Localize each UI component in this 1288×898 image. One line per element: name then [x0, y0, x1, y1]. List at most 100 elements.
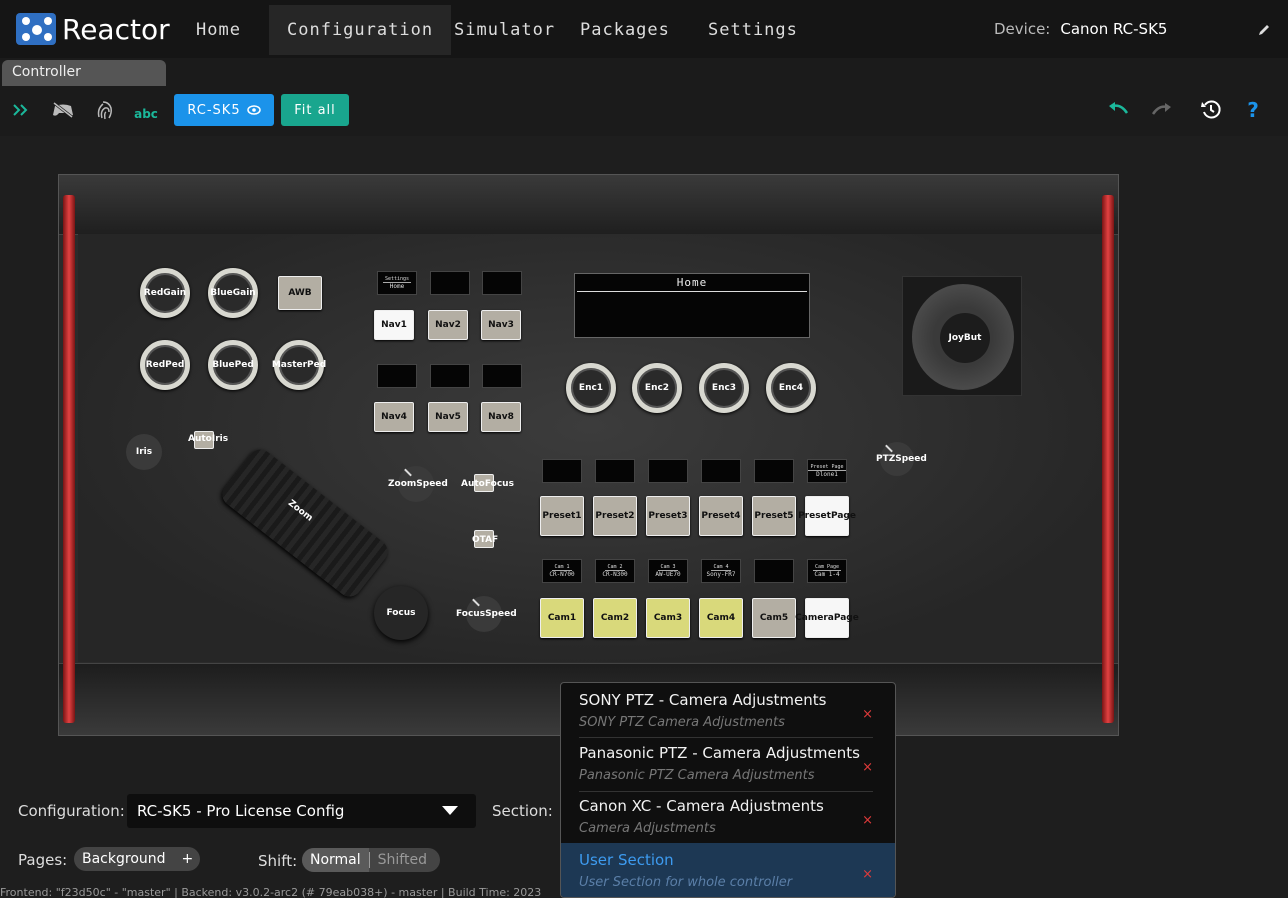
nav-home[interactable]: Home: [178, 5, 259, 55]
page-background[interactable]: Background: [74, 847, 174, 871]
cam4-button[interactable]: Cam4: [699, 598, 743, 638]
shift-shifted-option[interactable]: Shifted: [370, 848, 435, 872]
focus-dial[interactable]: Focus: [374, 586, 428, 640]
otaf-label: OTAF: [472, 535, 499, 545]
help-icon[interactable]: ?: [1240, 98, 1266, 122]
pages-selector: Background +: [74, 847, 200, 871]
app-name: Reactor: [62, 12, 170, 46]
nav-packages[interactable]: Packages: [562, 5, 688, 55]
shift-normal-option[interactable]: Normal: [302, 848, 369, 872]
main-lcd: Home: [574, 273, 810, 338]
section-option-title: Panasonic PTZ - Camera Adjustments: [579, 744, 860, 762]
presetpage-button[interactable]: PresetPage: [798, 496, 856, 536]
bluegain-knob[interactable]: BlueGain: [208, 268, 258, 318]
nav8-button[interactable]: Nav8: [481, 402, 521, 432]
autofocus-label: AutoFocus: [461, 479, 514, 489]
preset1-button[interactable]: Preset1: [540, 496, 584, 536]
reactor-logo[interactable]: Reactor: [16, 12, 170, 46]
gamepad-disabled-icon[interactable]: [50, 98, 76, 122]
shift-toggle: Normal Shifted: [302, 848, 440, 872]
preset3-button[interactable]: Preset3: [646, 496, 690, 536]
enc2-knob[interactable]: Enc2: [632, 363, 682, 413]
section-label: Section:: [492, 802, 553, 820]
left-red-rail: [63, 195, 75, 723]
focusspeed-label: FocusSpeed: [456, 609, 517, 619]
nav2-button[interactable]: Nav2: [428, 310, 468, 340]
fingerprint-icon[interactable]: [92, 98, 118, 122]
caret-down-icon: [442, 806, 458, 815]
cam1-button[interactable]: Cam1: [540, 598, 584, 638]
section-option-subtitle: User Section for whole controller: [579, 875, 793, 890]
model-preview-button[interactable]: RC-SK5: [174, 94, 274, 126]
nav-simulator[interactable]: Simulator: [436, 5, 573, 55]
preset-display-blank: [701, 459, 741, 483]
build-info-footer: Frontend: "f23d50c" - "master" | Backend…: [0, 888, 542, 898]
ptzspeed-label: PTZSpeed: [876, 454, 927, 464]
expand-chevrons-icon[interactable]: [8, 98, 34, 122]
awb-button[interactable]: AWB: [278, 276, 322, 310]
nav3-button[interactable]: Nav3: [481, 310, 521, 340]
device-name: Canon RC-SK5: [1060, 20, 1168, 38]
remove-x-icon[interactable]: ×: [862, 813, 873, 828]
cam-page-display: Cam Page Cam 1-4: [807, 559, 847, 583]
nav-display-blank: [430, 364, 470, 388]
cam2-display: Cam 2 CR-N300: [595, 559, 635, 583]
section-option-title: SONY PTZ - Camera Adjustments: [579, 691, 827, 709]
redgain-knob[interactable]: RedGain: [140, 268, 190, 318]
preset4-button[interactable]: Preset4: [699, 496, 743, 536]
preset2-button[interactable]: Preset2: [593, 496, 637, 536]
remove-x-icon[interactable]: ×: [862, 867, 873, 882]
enc3-knob[interactable]: Enc3: [699, 363, 749, 413]
nav-configuration[interactable]: Configuration: [269, 5, 452, 55]
cam3-button[interactable]: Cam3: [646, 598, 690, 638]
right-red-rail: [1102, 195, 1114, 723]
section-option[interactable]: Panasonic PTZ - Camera Adjustments Panas…: [561, 736, 895, 786]
cam4-display: Cam 4 Sony-FR7: [701, 559, 741, 583]
configuration-select[interactable]: RC-SK5 - Pro License Config: [127, 794, 476, 828]
section-option[interactable]: Canon XC - Camera Adjustments Camera Adj…: [561, 789, 895, 839]
fit-all-button[interactable]: Fit all: [281, 94, 349, 126]
enc1-knob[interactable]: Enc1: [566, 363, 616, 413]
section-option-selected[interactable]: User Section User Section for whole cont…: [561, 843, 895, 897]
section-option[interactable]: SONY PTZ - Camera Adjustments SONY PTZ C…: [561, 683, 895, 733]
lcd-title: Home: [676, 276, 708, 289]
cam2-button[interactable]: Cam2: [593, 598, 637, 638]
nav4-button[interactable]: Nav4: [374, 402, 414, 432]
device-label: Device:: [994, 20, 1051, 38]
reactor-logo-icon: [16, 13, 56, 45]
cam5-button[interactable]: Cam5: [752, 598, 796, 638]
configuration-value: RC-SK5 - Pro License Config: [137, 802, 345, 820]
tab-strip: Controller: [0, 58, 1288, 86]
masterped-knob[interactable]: MasterPed: [272, 340, 326, 390]
cam1-display: Cam 1 CR-N700: [542, 559, 582, 583]
remove-x-icon[interactable]: ×: [862, 707, 873, 722]
autoiris-label: AutoIris: [188, 434, 229, 444]
model-preview-label: RC-SK5: [187, 102, 241, 118]
nav5-button[interactable]: Nav5: [428, 402, 468, 432]
text-labels-toggle[interactable]: abc: [132, 102, 160, 126]
joystick-button[interactable]: JoyBut: [940, 313, 990, 363]
cam5-display-blank: [754, 559, 794, 583]
enc4-knob[interactable]: Enc4: [766, 363, 816, 413]
iris-dial[interactable]: Iris: [126, 434, 162, 470]
redped-knob[interactable]: RedPed: [140, 340, 190, 390]
add-page-button[interactable]: +: [174, 847, 200, 871]
history-icon[interactable]: [1198, 98, 1224, 122]
redo-icon[interactable]: [1148, 98, 1174, 122]
camerapage-button[interactable]: CameraPage: [795, 598, 859, 638]
tab-controller[interactable]: Controller: [2, 60, 166, 86]
preset-display-blank: [648, 459, 688, 483]
section-option-subtitle: Panasonic PTZ Camera Adjustments: [579, 768, 815, 783]
nav-display-blank: [377, 364, 417, 388]
nav-display-blank: [430, 271, 470, 295]
preset5-button[interactable]: Preset5: [752, 496, 796, 536]
remove-x-icon[interactable]: ×: [862, 760, 873, 775]
blueped-knob[interactable]: BluePed: [208, 340, 258, 390]
pencil-icon[interactable]: [1256, 22, 1272, 38]
undo-icon[interactable]: [1106, 98, 1132, 122]
nav1-button[interactable]: Nav1: [374, 310, 414, 340]
eye-icon: [246, 105, 261, 115]
nav-settings[interactable]: Settings: [690, 5, 816, 55]
zoomspeed-label: ZoomSpeed: [388, 479, 448, 489]
section-dropdown-menu: SONY PTZ - Camera Adjustments SONY PTZ C…: [560, 682, 896, 898]
